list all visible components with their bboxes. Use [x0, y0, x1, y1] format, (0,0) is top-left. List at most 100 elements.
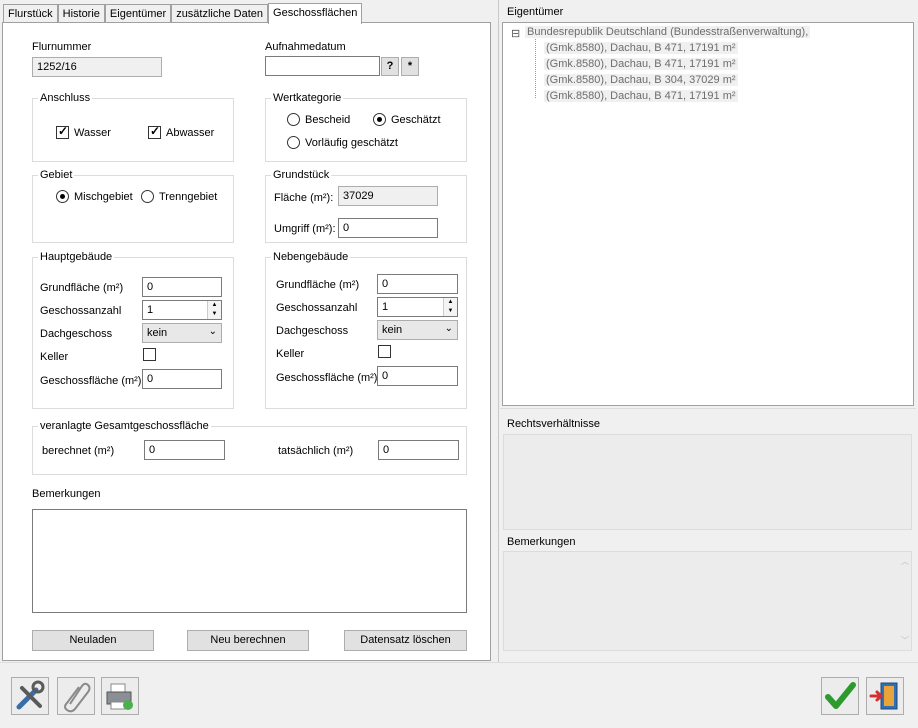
- star-button[interactable]: *: [401, 57, 419, 76]
- bescheid-radio[interactable]: [287, 113, 300, 126]
- divider: [500, 408, 916, 409]
- flurnummer-field[interactable]: 1252/16: [32, 57, 162, 77]
- trenngebiet-label: Trenngebiet: [159, 191, 218, 203]
- nebengebaeude-title: Nebengebäude: [271, 251, 351, 263]
- haupt-geschossflaeche-label: Geschossfläche (m²): [40, 375, 142, 387]
- rechtsverhaeltnisse-box[interactable]: [503, 434, 912, 530]
- gebiet-group: Gebiet Mischgebiet Trenngebiet: [32, 169, 234, 243]
- tree-child-item[interactable]: (Gmk.8580), Dachau, B 471, 17191 m²: [544, 42, 738, 54]
- scroll-down-icon[interactable]: ﹀: [901, 635, 909, 646]
- gesamt-title: veranlagte Gesamtgeschossfläche: [38, 420, 211, 432]
- neben-geschossanzahl-stepper[interactable]: 1 ▲ ▼: [377, 297, 458, 317]
- paperclip-icon[interactable]: [57, 677, 95, 715]
- splitter[interactable]: [498, 0, 499, 662]
- vorlaeufig-radio[interactable]: [287, 136, 300, 149]
- spin-up-icon[interactable]: ▲: [207, 301, 221, 310]
- neben-keller-checkbox[interactable]: [378, 345, 391, 358]
- neben-dachgeschoss-select[interactable]: kein ⌄: [377, 320, 458, 340]
- flaeche-label: Fläche (m²):: [274, 192, 334, 204]
- spin-down-icon[interactable]: ▼: [443, 307, 457, 316]
- bescheid-label: Bescheid: [305, 114, 351, 126]
- flaeche-field[interactable]: 37029: [338, 186, 438, 206]
- abwasser-label: Abwasser: [166, 127, 215, 139]
- tab-geschossflaechen[interactable]: Geschossflächen: [268, 3, 363, 24]
- neben-geschossanzahl-value: 1: [382, 301, 389, 313]
- tree-root-item[interactable]: Bundesrepublik Deutschland (Bundesstraße…: [525, 26, 811, 38]
- neben-geschossflaeche-label: Geschossfläche (m²): [276, 372, 378, 384]
- scroll-up-icon[interactable]: ︿: [901, 556, 909, 567]
- anschluss-title: Anschluss: [38, 92, 93, 104]
- ok-check-icon[interactable]: [821, 677, 859, 715]
- bemerkungen-right-box[interactable]: ︿ ﹀: [503, 551, 912, 651]
- hauptgebaeude-group: Hauptgebäude Grundfläche (m²) 0 Geschoss…: [32, 251, 234, 409]
- neben-keller-label: Keller: [276, 348, 305, 360]
- haupt-keller-checkbox[interactable]: [143, 348, 156, 361]
- berechnet-field[interactable]: 0: [144, 440, 225, 460]
- spin-up-icon[interactable]: ▲: [443, 298, 457, 307]
- eigentuemer-tree[interactable]: ⊟ Bundesrepublik Deutschland (Bundesstra…: [502, 22, 914, 406]
- tools-icon[interactable]: [11, 677, 49, 715]
- vorlaeufig-label: Vorläufig geschätzt: [305, 137, 398, 149]
- aufnahmedatum-label: Aufnahmedatum: [265, 41, 346, 53]
- flurnummer-label: Flurnummer: [32, 41, 92, 53]
- bemerkungen-label: Bemerkungen: [32, 488, 101, 500]
- tab-flurstueck[interactable]: Flurstück: [3, 4, 58, 23]
- haupt-keller-label: Keller: [40, 351, 69, 363]
- abwasser-checkbox[interactable]: [148, 124, 161, 139]
- haupt-geschossflaeche-field[interactable]: 0: [142, 369, 222, 389]
- tree-child-item[interactable]: (Gmk.8580), Dachau, B 471, 17191 m²: [544, 58, 738, 70]
- tab-strip: Flurstück Historie Eigentümer zusätzlich…: [3, 3, 363, 24]
- wertkategorie-title: Wertkategorie: [271, 92, 344, 104]
- neben-dachgeschoss-value: kein: [382, 324, 403, 336]
- neben-grundflaeche-label: Grundfläche (m²): [276, 279, 360, 291]
- neben-geschossflaeche-field[interactable]: 0: [377, 366, 458, 386]
- chevron-down-icon: ⌄: [208, 326, 217, 337]
- hauptgebaeude-title: Hauptgebäude: [38, 251, 115, 263]
- collapse-icon[interactable]: ⊟: [511, 27, 520, 40]
- tree-connector: [535, 39, 536, 98]
- neben-grundflaeche-field[interactable]: 0: [377, 274, 458, 294]
- tab-zusaetzliche-daten[interactable]: zusätzliche Daten: [171, 4, 269, 23]
- berechnet-label: berechnet (m²): [42, 445, 115, 457]
- printer-icon[interactable]: [101, 677, 139, 715]
- tree-child-item[interactable]: (Gmk.8580), Dachau, B 471, 17191 m²: [544, 90, 738, 102]
- haupt-dachgeschoss-select[interactable]: kein ⌄: [142, 323, 222, 343]
- bottom-toolbar: [0, 662, 918, 728]
- neu-berechnen-button[interactable]: Neu berechnen: [187, 630, 309, 651]
- haupt-dachgeschoss-label: Dachgeschoss: [40, 328, 113, 340]
- tab-eigentuemer[interactable]: Eigentümer: [104, 4, 172, 23]
- mischgebiet-label: Mischgebiet: [74, 191, 133, 203]
- geschaetzt-radio[interactable]: [373, 113, 386, 126]
- eigentuemer-header: Eigentümer: [507, 6, 564, 18]
- haupt-geschossanzahl-label: Geschossanzahl: [40, 305, 122, 317]
- rechtsverhaeltnisse-header: Rechtsverhältnisse: [507, 418, 600, 430]
- trenngebiet-radio[interactable]: [141, 190, 154, 203]
- umgriff-field[interactable]: 0: [338, 218, 438, 238]
- geschossflaechen-panel: Flurnummer 1252/16 Aufnahmedatum ? * Ans…: [2, 22, 491, 661]
- grundstueck-group: Grundstück Fläche (m²): 37029 Umgriff (m…: [265, 169, 467, 243]
- help-button[interactable]: ?: [381, 57, 399, 76]
- haupt-geschossanzahl-value: 1: [147, 304, 154, 316]
- gesamtgeschossflaeche-group: veranlagte Gesamtgeschossfläche berechne…: [32, 420, 467, 475]
- wertkategorie-group: Wertkategorie Bescheid Geschätzt Vorläuf…: [265, 92, 467, 162]
- neuladen-button[interactable]: Neuladen: [32, 630, 154, 651]
- tatsaechlich-label: tatsächlich (m²): [278, 445, 354, 457]
- tree-child-item[interactable]: (Gmk.8580), Dachau, B 304, 37029 m²: [544, 74, 738, 86]
- haupt-grundflaeche-field[interactable]: 0: [142, 277, 222, 297]
- spin-down-icon[interactable]: ▼: [207, 310, 221, 319]
- tab-historie[interactable]: Historie: [57, 4, 105, 23]
- bemerkungen-textarea[interactable]: [32, 509, 467, 613]
- wasser-checkbox[interactable]: [56, 124, 69, 139]
- mischgebiet-radio[interactable]: [56, 190, 69, 203]
- exit-door-icon[interactable]: [866, 677, 904, 715]
- nebengebaeude-group: Nebengebäude Grundfläche (m²) 0 Geschoss…: [265, 251, 467, 409]
- grundstueck-title: Grundstück: [271, 169, 332, 181]
- umgriff-label: Umgriff (m²):: [274, 223, 336, 235]
- haupt-dachgeschoss-value: kein: [147, 327, 168, 339]
- aufnahmedatum-field[interactable]: [265, 56, 380, 76]
- datensatz-loeschen-button[interactable]: Datensatz löschen: [344, 630, 467, 651]
- tatsaechlich-field[interactable]: 0: [378, 440, 459, 460]
- haupt-geschossanzahl-stepper[interactable]: 1 ▲ ▼: [142, 300, 222, 320]
- anschluss-group: Anschluss Wasser Abwasser: [32, 92, 234, 162]
- gebiet-title: Gebiet: [38, 169, 75, 181]
